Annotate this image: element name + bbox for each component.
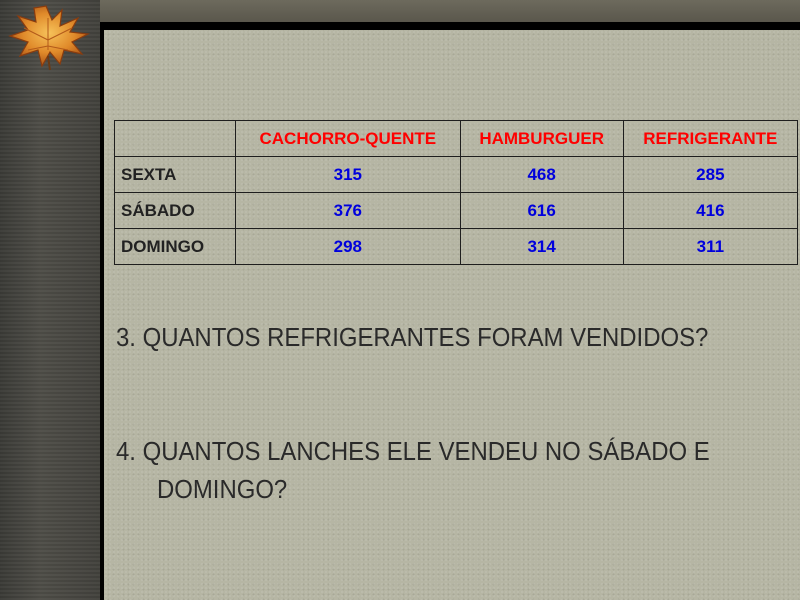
question-3: 3. QUANTOS REFRIGERANTES FORAM VENDIDOS?	[116, 322, 709, 352]
column-header: CACHORRO-QUENTE	[235, 120, 461, 157]
column-header: REFRIGERANTE	[622, 120, 799, 157]
table-cell: 416	[622, 192, 799, 229]
top-border	[0, 0, 800, 22]
table-cell: 311	[622, 228, 799, 265]
table-cell: 616	[459, 192, 624, 229]
row-header: DOMINGO	[114, 228, 236, 265]
column-header: HAMBURGUER	[459, 120, 624, 157]
sales-table: CACHORRO-QUENTE HAMBURGUER REFRIGERANTE …	[114, 120, 799, 265]
table-cell: 285	[622, 156, 799, 193]
table-corner-cell	[114, 120, 236, 157]
table-cell: 468	[459, 156, 624, 193]
maple-leaf-icon	[8, 5, 91, 71]
table-cell: 314	[459, 228, 624, 265]
table-cell: 376	[235, 192, 461, 229]
table-cell: 298	[235, 228, 461, 265]
table-cell: 315	[235, 156, 461, 193]
table-header-row: CACHORRO-QUENTE HAMBURGUER REFRIGERANTE	[114, 120, 799, 157]
row-header: SÁBADO	[114, 192, 236, 229]
question-4-continuation: DOMINGO?	[157, 474, 288, 504]
slide-area	[104, 30, 800, 600]
left-border	[0, 0, 100, 600]
table-row: SÁBADO 376 616 416	[114, 192, 799, 229]
question-4: 4. QUANTOS LANCHES ELE VENDEU NO SÁBADO …	[116, 436, 710, 466]
table-row: DOMINGO 298 314 311	[114, 228, 799, 265]
row-header: SEXTA	[114, 156, 236, 193]
table-row: SEXTA 315 468 285	[114, 156, 799, 193]
